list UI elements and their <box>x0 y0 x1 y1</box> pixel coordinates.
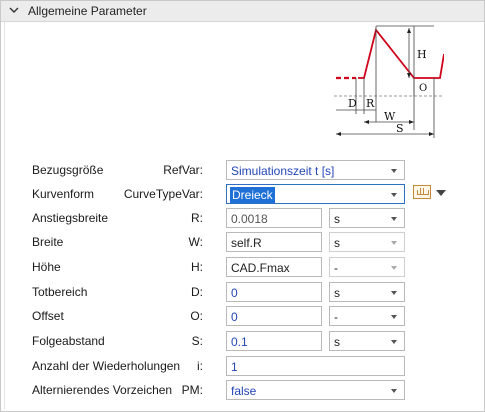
refvar-select[interactable]: Simulationszeit t [s] <box>226 160 405 180</box>
r-input[interactable]: 0.0018 <box>226 208 322 228</box>
param-var: CurveTypeVar: <box>123 187 203 201</box>
refvar-value: Simulationszeit t [s] <box>231 164 335 178</box>
param-var: R: <box>191 211 203 225</box>
param-label: Kurvenform <box>32 187 95 201</box>
param-var: PM: <box>181 383 203 397</box>
chevron-down-icon <box>391 193 397 197</box>
param-row-refvar: Bezugsgröße RefVar: Simulationszeit t [s… <box>0 160 485 180</box>
chevron-down-icon <box>391 217 397 221</box>
o-unit-select[interactable]: - <box>329 306 405 326</box>
chevron-down-icon <box>391 389 397 393</box>
param-var: O: <box>190 309 203 323</box>
s-input[interactable]: 0.1 <box>226 331 322 351</box>
panel-title: Allgemeine Parameter <box>28 4 147 18</box>
param-row-w: Breite W: self.R s <box>0 232 485 252</box>
param-var: RefVar: <box>163 163 203 177</box>
param-var: D: <box>191 285 203 299</box>
param-label: Offset <box>32 309 64 323</box>
d-unit-select[interactable]: s <box>329 282 405 302</box>
curve-diagram: H O D R W S <box>334 25 444 138</box>
i-input[interactable]: 1 <box>226 356 405 376</box>
param-var: S: <box>191 334 203 348</box>
panel-header[interactable]: Allgemeine Parameter <box>1 1 484 22</box>
label-d: D <box>348 97 357 110</box>
chevron-down-icon <box>391 266 397 270</box>
curve-editor-icon[interactable] <box>413 185 431 199</box>
chevron-down-icon[interactable] <box>8 4 20 16</box>
pm-select[interactable]: false <box>226 380 405 400</box>
w-unit-select[interactable]: s <box>329 232 405 252</box>
h-input[interactable]: CAD.Fmax <box>226 257 322 277</box>
param-var: H: <box>191 260 203 274</box>
r-unit-select[interactable]: s <box>329 208 405 228</box>
param-var: i: <box>197 359 203 373</box>
label-r: R <box>366 97 375 110</box>
param-row-pm: Alternierendes Vorzeichen PM: false <box>0 380 485 400</box>
label-h: H <box>417 48 427 61</box>
label-o: O <box>419 83 427 94</box>
chevron-down-icon <box>391 169 397 173</box>
param-row-o: Offset O: 0 - <box>0 306 485 326</box>
param-label: Totbereich <box>32 285 88 299</box>
param-label: Bezugsgröße <box>32 163 104 177</box>
curvetype-select[interactable]: Dreieck <box>226 184 405 204</box>
param-label: Anzahl der Wiederholungen <box>32 359 181 373</box>
param-label: Folgeabstand <box>32 334 105 348</box>
w-input[interactable]: self.R <box>226 232 322 252</box>
param-label: Anstiegsbreite <box>32 211 109 225</box>
param-row-i: Anzahl der Wiederholungen i: 1 <box>0 356 485 376</box>
h-unit-select[interactable]: - <box>329 257 405 277</box>
chevron-down-icon <box>391 241 397 245</box>
chevron-down-icon <box>391 315 397 319</box>
param-label: Alternierendes Vorzeichen <box>32 383 173 397</box>
d-input[interactable]: 0 <box>226 282 322 302</box>
param-var: W: <box>188 235 203 249</box>
curve-editor-dropdown-icon[interactable] <box>436 190 446 196</box>
param-row-s: Folgeabstand S: 0.1 s <box>0 331 485 351</box>
chevron-down-icon <box>391 340 397 344</box>
param-label: Breite <box>32 235 64 249</box>
o-input[interactable]: 0 <box>226 306 322 326</box>
param-row-r: Anstiegsbreite R: 0.0018 s <box>0 208 485 228</box>
label-w: W <box>384 110 396 123</box>
chevron-down-icon <box>391 291 397 295</box>
label-s: S <box>396 122 404 135</box>
param-row-h: Höhe H: CAD.Fmax - <box>0 257 485 277</box>
param-row-d: Totbereich D: 0 s <box>0 282 485 302</box>
s-unit-select[interactable]: s <box>329 331 405 351</box>
param-label: Höhe <box>32 260 61 274</box>
curvetype-value: Dreieck <box>230 187 275 203</box>
